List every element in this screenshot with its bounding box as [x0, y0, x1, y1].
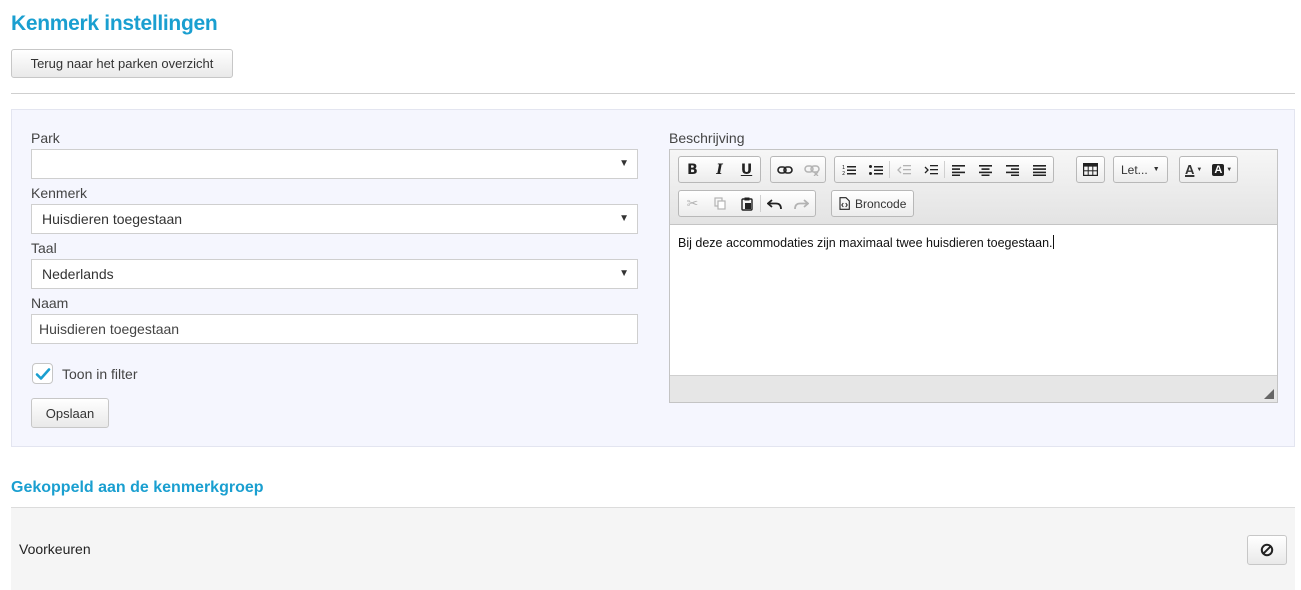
underline-icon[interactable]: U: [733, 157, 760, 182]
paste-icon[interactable]: [733, 191, 760, 216]
kenmerk-select[interactable]: Huisdieren toegestaan ▼: [31, 204, 638, 234]
ban-icon: [1260, 543, 1274, 557]
link-icon[interactable]: [771, 157, 798, 182]
caret-down-icon: ▼: [1152, 166, 1160, 173]
align-center-icon[interactable]: [972, 157, 999, 182]
back-to-parks-button[interactable]: Terug naar het parken overzicht: [11, 49, 233, 78]
link-group: [770, 156, 826, 183]
list-align-group: 12: [834, 156, 1054, 183]
text-color-icon: A: [1185, 162, 1195, 177]
editor-statusbar: [670, 375, 1277, 402]
linked-group-row: Voorkeuren: [11, 507, 1295, 590]
table-group: [1076, 156, 1105, 183]
source-button[interactable]: Broncode: [832, 191, 913, 216]
text-cursor: [1052, 235, 1054, 249]
clipboard-group: ✂: [678, 190, 816, 217]
unlink-icon[interactable]: [798, 157, 825, 182]
source-button-label: Broncode: [855, 196, 907, 211]
indent-icon[interactable]: [917, 157, 944, 182]
editor-content[interactable]: Bij deze accommodaties zijn maximaal twe…: [678, 235, 1054, 250]
text-color-button[interactable]: A ▼: [1180, 157, 1207, 182]
background-color-icon: A: [1212, 163, 1225, 176]
save-button[interactable]: Opslaan: [31, 398, 109, 428]
caret-down-icon: ▼: [619, 268, 629, 279]
font-dropdown-label: Let...: [1121, 162, 1148, 177]
checkmark-icon: [35, 368, 51, 380]
editor-text: Bij deze accommodaties zijn maximaal twe…: [678, 236, 1053, 250]
italic-icon[interactable]: I: [706, 157, 733, 182]
page-title: Kenmerk instellingen: [11, 12, 218, 35]
source-code-icon: [839, 197, 850, 210]
unlink-group-button[interactable]: [1247, 535, 1287, 565]
caret-down-icon: ▼: [1226, 166, 1233, 173]
kenmerk-label: Kenmerk: [31, 185, 88, 201]
naam-label: Naam: [31, 295, 69, 311]
toon-in-filter-label: Toon in filter: [62, 366, 138, 382]
beschrijving-label: Beschrijving: [669, 130, 745, 146]
linked-group-name: Voorkeuren: [19, 541, 91, 557]
bullet-list-icon[interactable]: [862, 157, 889, 182]
caret-down-icon: ▼: [1196, 166, 1203, 173]
feature-settings-form: Park ▼ Kenmerk Huisdieren toegestaan ▼ T…: [11, 109, 1295, 447]
redo-icon[interactable]: [788, 191, 815, 216]
align-justify-icon[interactable]: [1026, 157, 1053, 182]
divider: [11, 93, 1295, 94]
cut-icon[interactable]: ✂: [679, 191, 706, 216]
copy-icon[interactable]: [706, 191, 733, 216]
editor-toolbar: B I U 12 Let... ▼ A ▼ A ▼ ✂ Broncode: [670, 150, 1277, 225]
rich-text-editor: B I U 12 Let... ▼ A ▼ A ▼ ✂ Broncode Bij…: [669, 149, 1278, 403]
color-group: A ▼ A ▼: [1179, 156, 1239, 183]
caret-down-icon: ▼: [619, 158, 629, 169]
toon-in-filter-checkbox[interactable]: [32, 363, 53, 384]
format-group: B I U: [678, 156, 761, 183]
taal-select-value: Nederlands: [42, 266, 114, 282]
taal-label: Taal: [31, 240, 57, 256]
undo-icon[interactable]: [761, 191, 788, 216]
table-icon[interactable]: [1077, 157, 1104, 182]
naam-input[interactable]: Huisdieren toegestaan: [31, 314, 638, 344]
park-label: Park: [31, 130, 60, 146]
caret-down-icon: ▼: [619, 213, 629, 224]
outdent-icon[interactable]: [890, 157, 917, 182]
source-group: Broncode: [831, 190, 915, 217]
bold-icon[interactable]: B: [679, 157, 706, 182]
resize-handle-icon[interactable]: [1264, 389, 1274, 399]
font-dropdown[interactable]: Let... ▼: [1114, 157, 1167, 182]
kenmerk-select-value: Huisdieren toegestaan: [42, 211, 183, 227]
align-right-icon[interactable]: [999, 157, 1026, 182]
svg-text:2: 2: [842, 171, 845, 176]
align-left-icon[interactable]: [945, 157, 972, 182]
linked-group-title: Gekoppeld aan de kenmerkgroep: [11, 479, 264, 496]
font-group: Let... ▼: [1113, 156, 1168, 183]
park-select[interactable]: ▼: [31, 149, 638, 179]
numbered-list-icon[interactable]: 12: [835, 157, 862, 182]
background-color-button[interactable]: A ▼: [1207, 157, 1237, 182]
taal-select[interactable]: Nederlands ▼: [31, 259, 638, 289]
